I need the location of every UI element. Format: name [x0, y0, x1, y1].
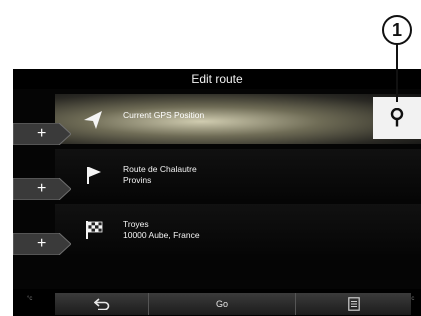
- plus-icon: +: [37, 125, 47, 142]
- add-waypoint-button[interactable]: +: [13, 123, 71, 145]
- route-list: Current GPS Position Route de Chalautre …: [13, 89, 421, 289]
- route-item-text: Route de Chalautre Provins: [123, 164, 197, 186]
- left-temperature: °c: [27, 296, 33, 302]
- menu-list-icon: [347, 297, 360, 311]
- menu-button[interactable]: [296, 293, 411, 315]
- route-item-line2: Provins: [123, 175, 152, 185]
- route-item-waypoint[interactable]: Route de Chalautre Provins: [55, 149, 421, 199]
- plus-icon: +: [37, 235, 47, 252]
- callout-leader-line: [396, 44, 398, 102]
- route-item-text: Troyes 10000 Aube, France: [123, 219, 200, 241]
- back-button[interactable]: [55, 293, 149, 315]
- bottom-button-group: Go: [55, 293, 411, 315]
- checkered-flag-icon: [86, 221, 103, 239]
- navigation-screen: Edit route Current GPS Position Route de…: [13, 69, 421, 316]
- bottom-bar: °c °c Go: [13, 289, 421, 316]
- route-item-text: Current GPS Position: [123, 110, 204, 121]
- add-waypoint-button[interactable]: +: [13, 178, 71, 200]
- route-item-line1: Current GPS Position: [123, 110, 205, 120]
- route-item-line1: Route de Chalautre: [123, 164, 197, 174]
- route-item-current-position[interactable]: Current GPS Position: [55, 94, 421, 144]
- flag-icon: [87, 167, 101, 184]
- navigation-arrow-icon: [84, 111, 102, 129]
- route-item-destination[interactable]: Troyes 10000 Aube, France: [55, 204, 421, 254]
- add-waypoint-button[interactable]: +: [13, 233, 71, 255]
- route-item-line1: Troyes: [123, 219, 149, 229]
- location-pin-icon: [390, 108, 404, 127]
- plus-icon: +: [37, 180, 47, 197]
- page-title: Edit route: [191, 72, 243, 86]
- callout-number: 1: [382, 15, 412, 45]
- route-item-line2: 10000 Aube, France: [123, 230, 200, 240]
- back-arrow-icon: [93, 298, 109, 310]
- location-pin-button[interactable]: [373, 97, 421, 139]
- go-label: Go: [215, 299, 228, 309]
- go-button[interactable]: Go: [149, 293, 296, 315]
